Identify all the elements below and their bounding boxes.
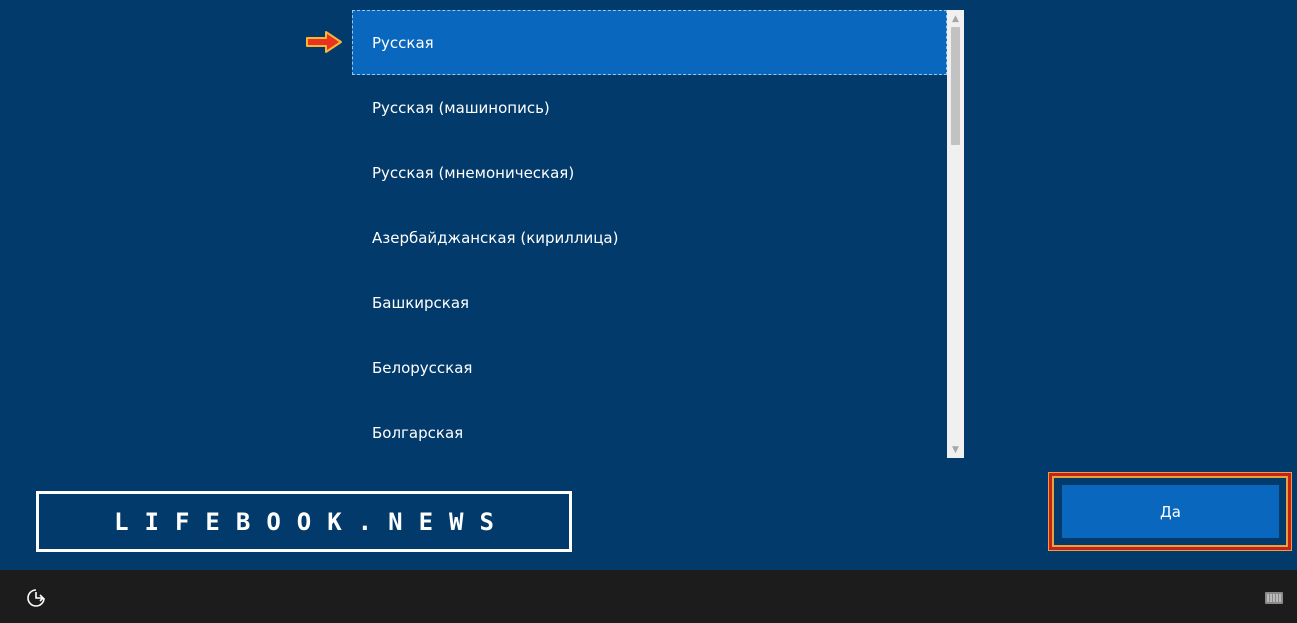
keyboard-layout-list[interactable]: Русская Русская (машинопись) Русская (мн… [352,10,964,458]
list-item-russian-typewriter[interactable]: Русская (машинопись) [352,75,947,140]
watermark-text: LIFEBOOK.NEWS [114,507,510,536]
yes-button[interactable]: Да [1062,485,1279,538]
list-item-bulgarian[interactable]: Болгарская [352,400,947,458]
scroll-down-icon[interactable]: ▼ [947,441,964,458]
list-item-label: Болгарская [372,423,464,442]
watermark-logo: LIFEBOOK.NEWS [36,491,572,552]
list-item-russian-mnemonic[interactable]: Русская (мнемоническая) [352,140,947,205]
arrow-right-icon [306,31,342,53]
list-item-label: Русская (мнемоническая) [372,163,575,182]
list-item-label: Русская [372,33,434,52]
list-item-label: Белорусская [372,358,473,377]
bottom-taskbar [0,570,1297,623]
list-item-russian[interactable]: Русская [352,10,947,75]
list-item-label: Русская (машинопись) [372,98,550,117]
scroll-up-icon[interactable]: ▲ [947,10,964,27]
list-item-belarusian[interactable]: Белорусская [352,335,947,400]
list-item-label: Азербайджанская (кириллица) [372,228,619,247]
list-item-bashkir[interactable]: Башкирская [352,270,947,335]
ease-of-access-icon[interactable] [25,587,47,609]
keyboard-icon[interactable] [1265,592,1283,604]
list-item-azerbaijani-cyrillic[interactable]: Азербайджанская (кириллица) [352,205,947,270]
scroll-thumb[interactable] [951,27,960,145]
list-item-label: Башкирская [372,293,470,312]
list-scrollbar[interactable]: ▲ ▼ [947,10,964,458]
